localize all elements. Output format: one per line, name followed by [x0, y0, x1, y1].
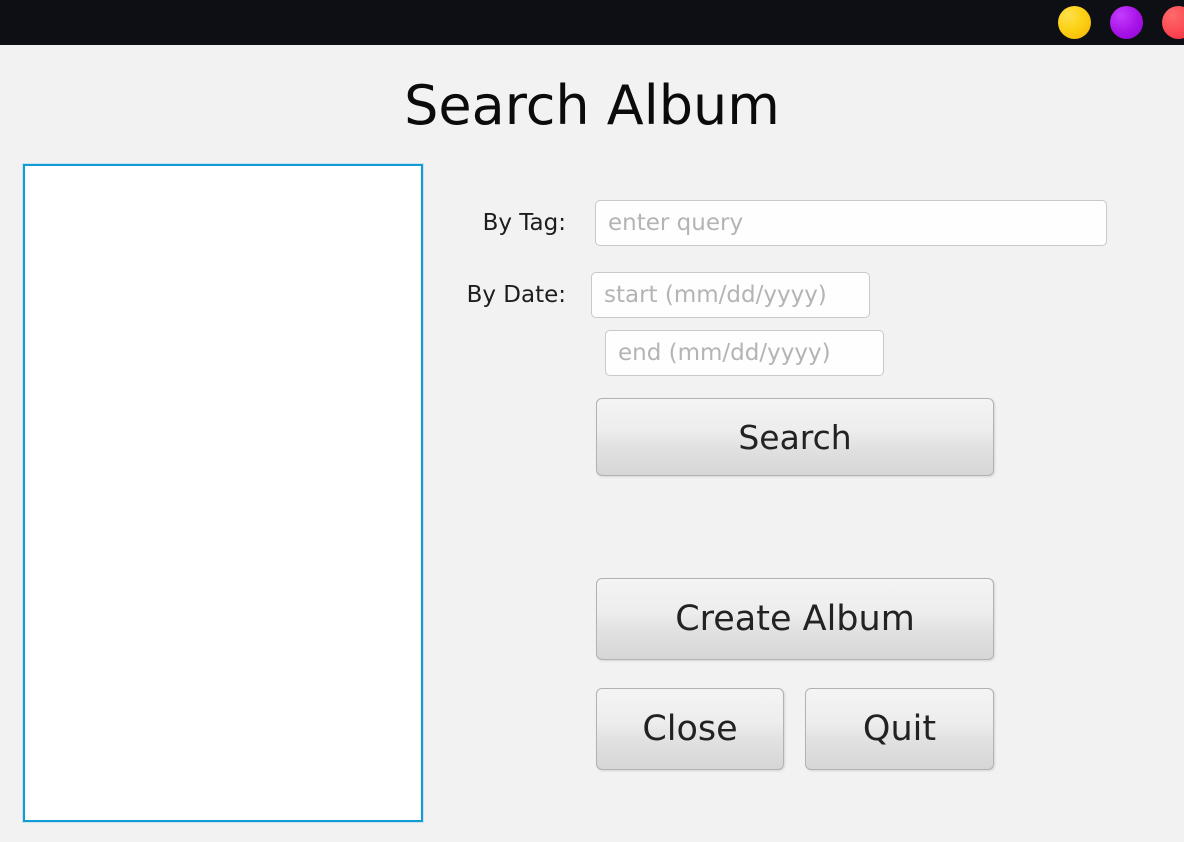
date-label: By Date: [466, 282, 566, 308]
date-field-row: By Date: [452, 272, 870, 318]
window-controls [1058, 0, 1184, 45]
tag-field-row: By Tag: [466, 200, 1107, 246]
page-title: Search Album [404, 74, 780, 137]
title-bar [0, 0, 1184, 45]
search-form: By Tag: By Date: Search Create Album Clo… [440, 164, 1160, 824]
close-button[interactable]: Close [596, 688, 784, 770]
create-album-button[interactable]: Create Album [596, 578, 994, 660]
quit-button[interactable]: Quit [805, 688, 994, 770]
end-date-input[interactable] [605, 330, 884, 376]
close-window-button[interactable] [1162, 6, 1184, 39]
search-button[interactable]: Search [596, 398, 994, 476]
tag-label: By Tag: [482, 210, 566, 236]
search-results-list[interactable] [23, 164, 423, 822]
tag-search-input[interactable] [595, 200, 1107, 246]
minimize-button[interactable] [1058, 6, 1091, 39]
start-date-input[interactable] [591, 272, 870, 318]
maximize-button[interactable] [1110, 6, 1143, 39]
